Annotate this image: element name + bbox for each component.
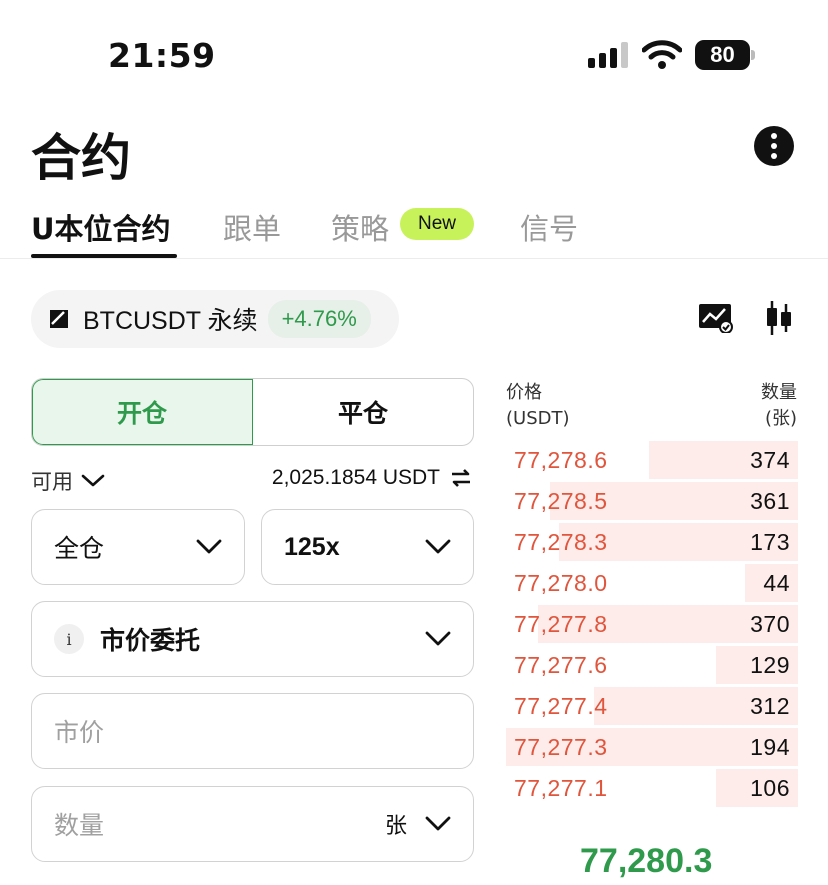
chevron-down-icon — [81, 474, 105, 487]
tab-divider — [0, 258, 828, 259]
more-options-button[interactable] — [754, 126, 794, 166]
tab-copy-trading[interactable]: 跟单 — [223, 206, 281, 248]
new-badge: New — [400, 208, 474, 240]
available-balance: 2,025.1854 USDT — [272, 466, 472, 490]
orderbook-ask-row[interactable]: 77,277.8 370 — [506, 604, 798, 645]
ask-quantity: 44 — [763, 570, 790, 596]
ask-price: 77,277.3 — [514, 734, 608, 760]
price-header-unit: (USDT) — [506, 408, 570, 429]
orderbook-qty-header: 数量 (张) — [761, 380, 797, 432]
chevron-down-icon — [425, 539, 451, 554]
chevron-down-icon — [425, 631, 451, 646]
available-value: 2,025.1854 USDT — [271, 466, 440, 489]
ask-price: 77,277.1 — [514, 775, 608, 801]
ask-price: 77,278.5 — [514, 488, 608, 514]
ask-quantity: 312 — [750, 693, 790, 719]
orderbook-ask-row[interactable]: 77,278.6 374 — [506, 440, 798, 481]
ask-quantity: 106 — [750, 775, 790, 801]
orderbook-ask-row[interactable]: 77,277.4 312 — [506, 686, 798, 727]
leverage-value: 125x — [284, 532, 340, 561]
symbol-name: BTCUSDT 永续 — [83, 307, 258, 335]
margin-mode-value: 全仓 — [54, 534, 105, 563]
contract-swap-icon — [50, 310, 68, 328]
open-close-toggle: 开仓 平仓 — [31, 378, 474, 446]
page-title: 合约 — [31, 129, 131, 187]
transfer-icon[interactable] — [450, 467, 472, 489]
price-change-badge: +4.76% — [267, 300, 371, 338]
qty-header-unit: (张) — [764, 408, 797, 429]
status-time: 21:59 — [108, 36, 216, 75]
orderbook-price-header: 价格 (USDT) — [506, 380, 570, 432]
symbol-selector[interactable]: BTCUSDT 永续 +4.76% — [31, 290, 399, 348]
battery-icon: 80 — [695, 40, 755, 70]
qty-header-label: 数量 — [761, 382, 797, 403]
chevron-down-icon[interactable] — [425, 816, 451, 832]
orderbook-ask-row[interactable]: 77,278.3 173 — [506, 522, 798, 563]
ask-price: 77,278.6 — [514, 447, 608, 473]
orderbook-ask-row[interactable]: 77,277.1 106 — [506, 768, 798, 809]
ask-price: 77,277.6 — [514, 652, 608, 678]
orderbook-ask-row[interactable]: 77,278.0 44 — [506, 563, 798, 604]
last-price[interactable]: 77,280.3 — [580, 842, 712, 881]
quantity-placeholder: 数量 — [54, 811, 105, 840]
close-position-button[interactable]: 平仓 — [253, 379, 473, 445]
price-placeholder: 市价 — [54, 718, 105, 747]
leverage-select[interactable]: 125x — [261, 509, 474, 585]
ask-price: 77,277.4 — [514, 693, 608, 719]
ask-price: 77,277.8 — [514, 611, 608, 637]
ask-quantity: 374 — [750, 447, 790, 473]
orderbook-ask-row[interactable]: 77,277.6 129 — [506, 645, 798, 686]
open-position-button[interactable]: 开仓 — [32, 379, 253, 445]
cellular-signal-icon — [588, 42, 628, 68]
ask-price: 77,278.0 — [514, 570, 608, 596]
available-label: 可用 — [31, 470, 73, 494]
info-icon[interactable]: i — [54, 624, 84, 654]
tab-strategy[interactable]: 策略 — [331, 206, 389, 248]
ask-quantity: 361 — [750, 488, 790, 514]
price-header-label: 价格 — [506, 382, 542, 403]
orderbook-ask-row[interactable]: 77,277.3 194 — [506, 727, 798, 768]
available-selector[interactable]: 可用 — [31, 466, 105, 496]
tab-usdt-futures[interactable]: U本位合约 — [31, 206, 171, 248]
tab-signal[interactable]: 信号 — [520, 206, 578, 248]
wifi-icon — [642, 40, 682, 69]
candlestick-icon[interactable] — [764, 300, 794, 336]
quantity-input[interactable]: 数量 张 — [31, 786, 474, 862]
orderbook-ask-row[interactable]: 77,278.5 361 — [506, 481, 798, 522]
quantity-unit[interactable]: 张 — [385, 808, 407, 840]
ask-quantity: 370 — [750, 611, 790, 637]
ask-price: 77,278.3 — [514, 529, 608, 555]
ask-quantity: 194 — [750, 734, 790, 760]
battery-level: 80 — [695, 40, 750, 70]
chevron-down-icon — [196, 539, 222, 554]
ask-quantity: 129 — [750, 652, 790, 678]
margin-mode-select[interactable]: 全仓 — [31, 509, 245, 585]
price-input[interactable]: 市价 — [31, 693, 474, 769]
order-type-value: 市价委托 — [100, 626, 201, 655]
chart-settings-icon[interactable] — [698, 303, 734, 333]
ask-quantity: 173 — [750, 529, 790, 555]
order-type-select[interactable]: i 市价委托 — [31, 601, 474, 677]
orderbook-asks: 77,278.6 374 77,278.5 361 77,278.3 173 77,278.… — [506, 440, 798, 809]
